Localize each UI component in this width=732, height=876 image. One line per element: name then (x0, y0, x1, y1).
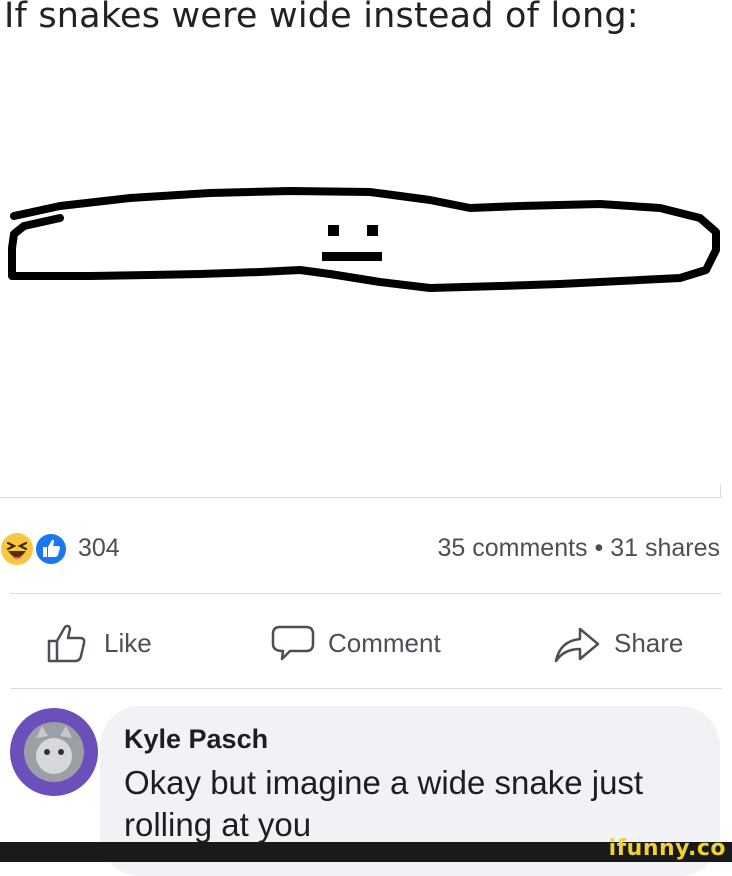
ifunny-watermark: ifunny.co (608, 836, 726, 861)
comment-bubble-icon (271, 625, 315, 661)
haha-reaction-icon[interactable] (0, 532, 34, 566)
comment-label: Comment (328, 627, 441, 658)
share-label: Share (614, 627, 684, 658)
meme-caption: If snakes were wide instead of long: (4, 0, 639, 36)
thumbs-up-icon (47, 624, 86, 663)
divider (10, 593, 722, 594)
like-reaction-icon[interactable] (34, 532, 68, 566)
share-arrow-icon (554, 627, 600, 663)
image-right-edge (720, 484, 721, 498)
share-button[interactable]: Share (552, 615, 683, 671)
like-button[interactable]: Like (44, 615, 152, 671)
reaction-count[interactable]: 304 (78, 534, 120, 563)
divider (10, 688, 722, 689)
image-bottom-edge (0, 497, 722, 498)
like-label: Like (104, 627, 152, 658)
comments-shares-count[interactable]: 35 comments • 31 shares (438, 534, 721, 563)
commenter-avatar[interactable] (6, 704, 102, 800)
wide-snake-drawing (8, 187, 720, 292)
comment-author[interactable]: Kyle Pasch (124, 724, 268, 755)
comment-text: Okay but imagine a wide snake just rolli… (124, 764, 644, 843)
reactions-row: 304 35 comments • 31 shares (0, 528, 732, 568)
comment-button[interactable]: Comment (270, 615, 441, 671)
